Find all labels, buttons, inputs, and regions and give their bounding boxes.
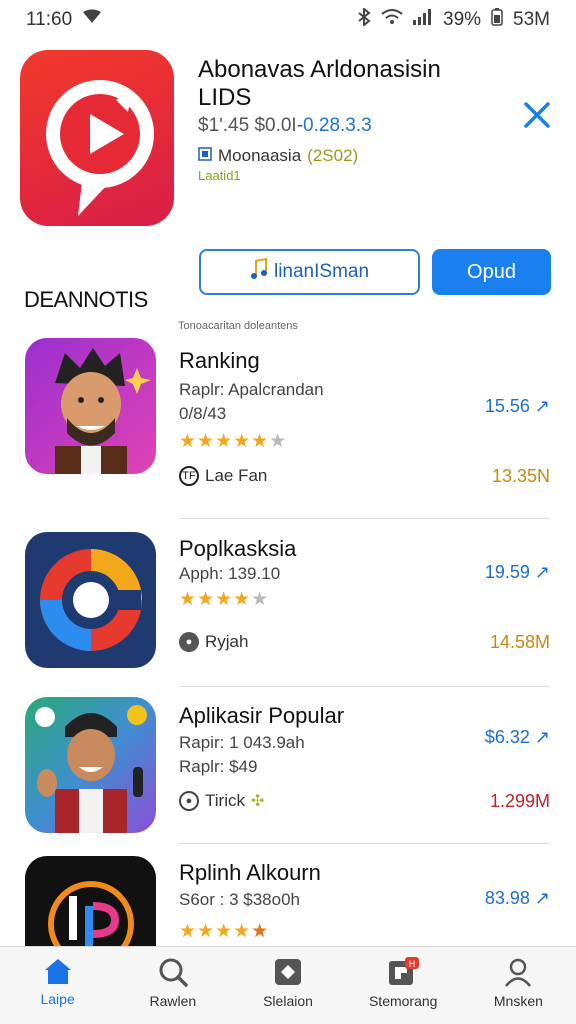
location-icon: [82, 9, 102, 31]
tag-label: Ryjah: [205, 632, 249, 651]
wifi-icon: [381, 9, 403, 31]
lp-logo-icon: [25, 856, 156, 946]
section-subtitle: Tonoacaritan doleantens: [178, 320, 298, 332]
secondary-action-button[interactable]: linanISman: [199, 249, 420, 295]
tab-label: Slelaion: [263, 993, 313, 1009]
tab-search[interactable]: Rawlen: [115, 947, 230, 1024]
battery-icon: [491, 8, 503, 32]
app-thumbnail: [25, 697, 156, 833]
app-tag: ● Ryjah: [179, 632, 248, 652]
price-prefix: $1ʹ.45 $0.0I-: [198, 115, 304, 136]
app-icon: [20, 50, 174, 226]
app-title: Ranking: [179, 348, 260, 373]
close-icon: [524, 102, 550, 128]
divider: [179, 518, 550, 519]
info-icon: ●: [179, 632, 199, 652]
app-meta-secondary: 0/8/43: [179, 404, 227, 423]
svg-text:H: H: [409, 960, 416, 970]
app-price: $1ʹ.45 $0.0I-0.28.3.3: [198, 115, 372, 137]
app-title: Aplikasir Popular: [179, 703, 345, 728]
close-button[interactable]: [520, 98, 554, 132]
updates-icon: H: [389, 957, 420, 985]
tab-updates[interactable]: H Stemorang: [346, 947, 461, 1024]
tab-label: Mnsken: [493, 993, 543, 1009]
tab-label: Laipe: [40, 991, 75, 1007]
secondary-action-label: linanISman: [273, 261, 370, 282]
battery-percent: 39%: [443, 9, 482, 30]
tag-label: Tirick: [205, 791, 245, 810]
search-icon: [159, 958, 188, 987]
rating-stars: ★★★★★★: [179, 431, 288, 452]
app-price[interactable]: $6.32 ↗: [485, 727, 550, 748]
sparkle-icon: ✣: [250, 793, 265, 810]
app-title: Abonavas Arldonasisin LIDS: [198, 56, 441, 111]
music-note-icon: [250, 257, 268, 286]
open-button[interactable]: Opud: [432, 249, 551, 295]
rating-stars: ★★★★★: [179, 921, 270, 942]
apps-icon: [275, 959, 301, 985]
profile-icon: [505, 958, 532, 987]
tab-profile[interactable]: Mnsken: [461, 947, 576, 1024]
cartoon-man-icon: [25, 338, 156, 474]
developer-year: (2S02): [307, 146, 359, 165]
bottom-tab-bar: Laipe Rawlen Slelaion H Stemorang Mnsken: [0, 946, 576, 1024]
tag-label: Lae Fan: [205, 466, 268, 485]
app-thumbnail: [25, 532, 156, 668]
tab-label: Stemorang: [368, 993, 438, 1009]
price-highlight: 0.28.3.3: [303, 115, 372, 136]
status-time: 11:60: [26, 9, 73, 30]
app-meta: Rapir: 1 043.9ah: [179, 733, 305, 752]
signal-icon: [413, 9, 433, 31]
tab-apps[interactable]: Slelaion: [230, 947, 345, 1024]
divider: [179, 843, 550, 844]
app-thumbnail: [25, 856, 156, 946]
app-thumbnail: [25, 338, 156, 474]
app-price[interactable]: 83.98 ↗: [485, 888, 550, 909]
badge-icon: TF: [179, 466, 199, 486]
app-price[interactable]: 19.59 ↗: [485, 562, 550, 583]
play-bubble-icon: [46, 80, 154, 216]
home-icon: [44, 959, 71, 984]
app-size: 14.58M: [489, 632, 550, 652]
app-header: Abonavas Arldonasisin LIDS $1ʹ.45 $0.0I-…: [0, 40, 576, 295]
record-icon: ●: [179, 791, 199, 811]
developer-line: Moonaasia (2S02): [198, 146, 358, 166]
app-tag: ● Tirick ✣: [179, 791, 264, 811]
rating-stars: ★★★★★: [179, 589, 270, 610]
status-bar: 11:60 39% 53M: [0, 0, 576, 40]
section-title: DEANNOTIS: [24, 287, 148, 312]
app-tag: TF Lae Fan: [179, 466, 267, 486]
app-price[interactable]: 15.56 ↗: [485, 396, 550, 417]
app-meta: Raplr: Apalcrandan: [179, 380, 324, 399]
app-meta: Apph: 139.10: [179, 564, 281, 583]
developer-badge-icon: [198, 146, 212, 166]
ring-logo-icon: [25, 532, 156, 668]
divider: [179, 686, 550, 687]
app-title: Rplinh Alkourn: [179, 860, 321, 885]
app-title: Poplkasksia: [179, 536, 297, 561]
tab-label: Rawlen: [149, 993, 197, 1009]
app-meta-secondary: Raplr: $49: [179, 757, 258, 776]
status-clock-right: 53M: [513, 9, 550, 30]
app-size: 1.299M: [489, 791, 550, 811]
cartoon-singer-icon: [25, 697, 156, 833]
developer-name[interactable]: Moonaasia: [218, 146, 301, 166]
bluetooth-icon: [357, 6, 371, 32]
app-meta: S6or : 3 $38o0h: [179, 890, 300, 909]
tab-home[interactable]: Laipe: [0, 947, 115, 1024]
app-subtitle: Laatid1: [198, 168, 241, 183]
app-size: 13.35N: [491, 466, 550, 486]
